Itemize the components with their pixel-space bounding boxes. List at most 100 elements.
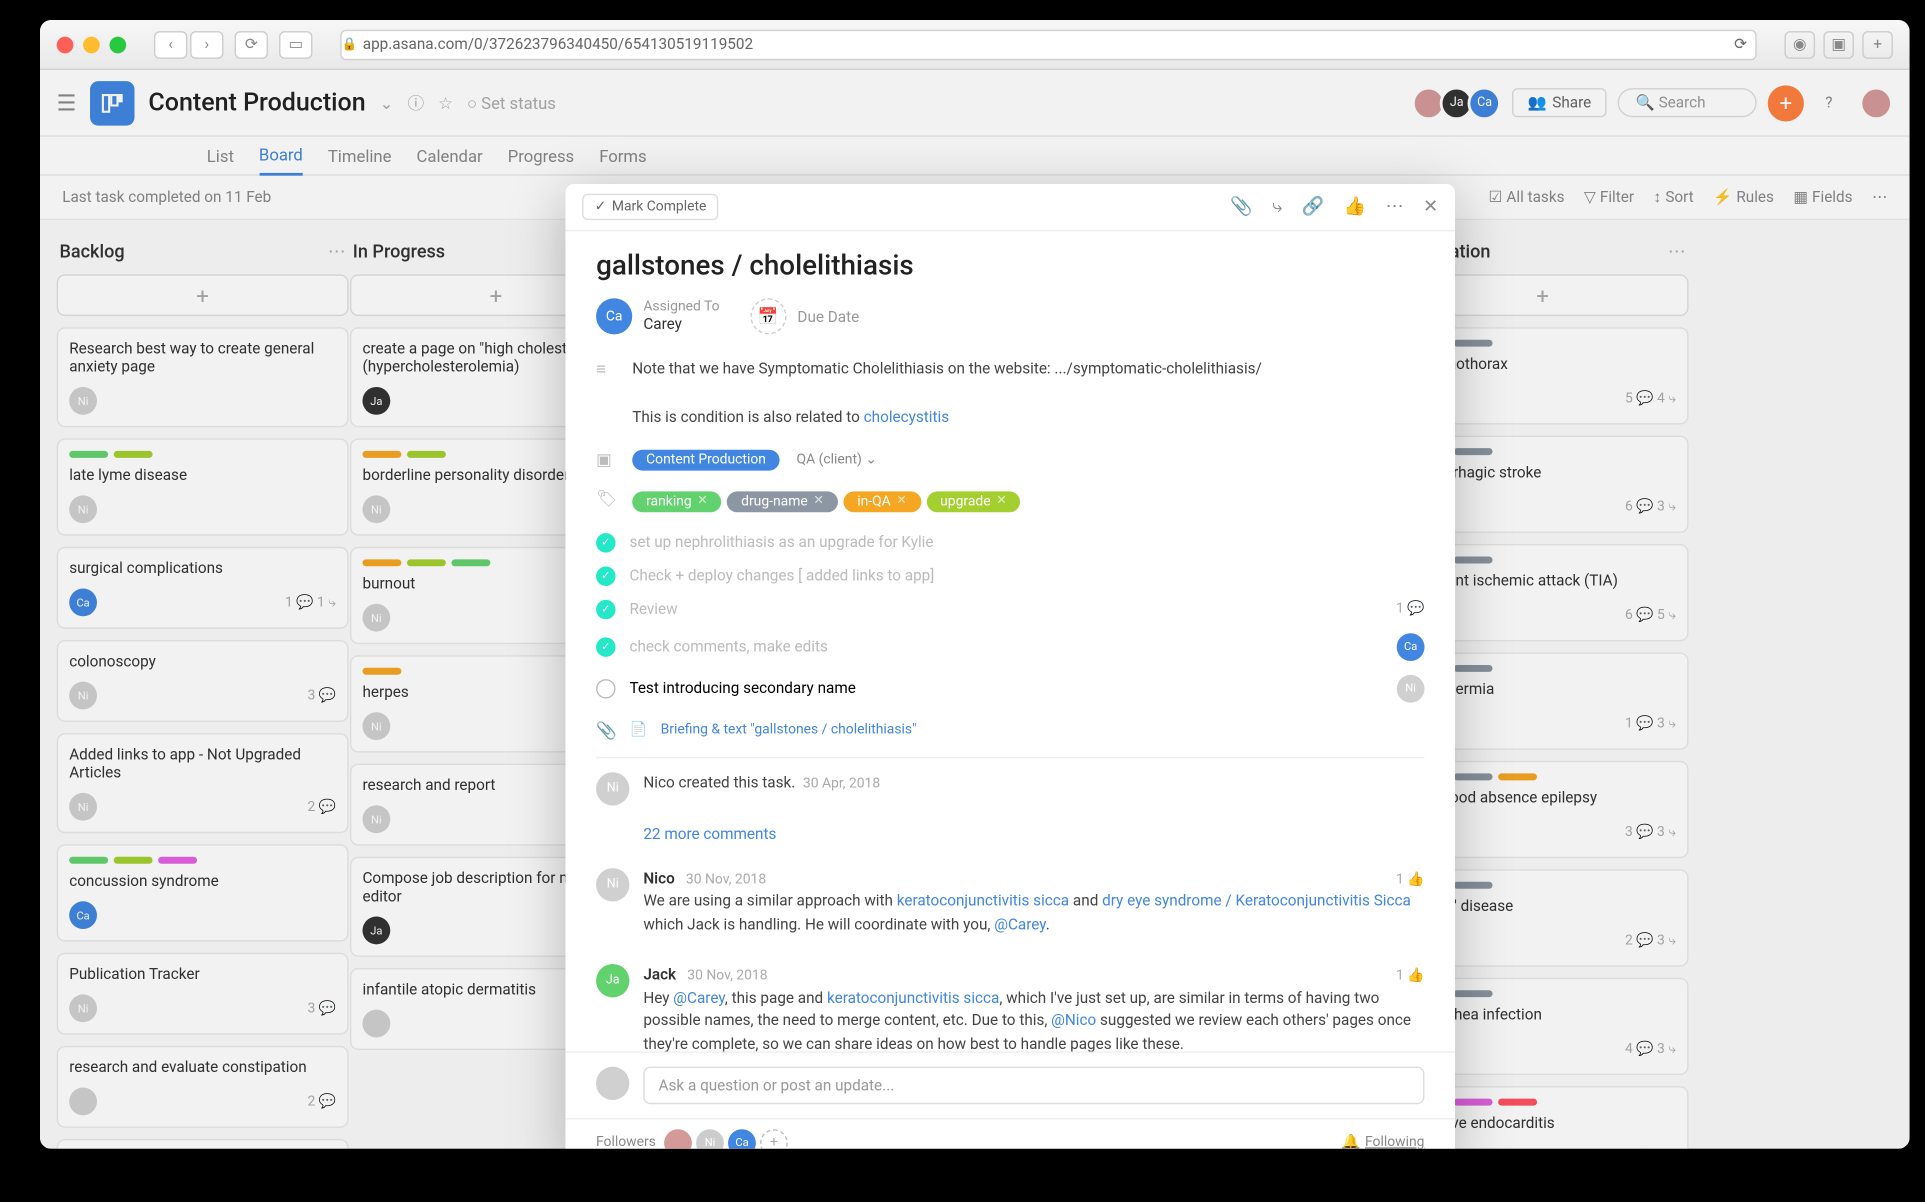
- subtask-row[interactable]: ✓Review1 💬: [596, 592, 1424, 625]
- tab-timeline[interactable]: Timeline: [328, 146, 392, 165]
- set-status[interactable]: ○ Set status: [467, 93, 556, 112]
- link[interactable]: @Nico: [1051, 1011, 1096, 1029]
- remove-tag-icon[interactable]: ✕: [896, 494, 906, 508]
- assignee-avatar: Ni: [362, 712, 390, 740]
- member-avatars[interactable]: Ja Ca: [1418, 86, 1501, 119]
- more-comments-link[interactable]: 22 more comments: [596, 819, 1424, 854]
- view-tabs: List Board Timeline Calendar Progress Forms: [40, 137, 1910, 176]
- like-count[interactable]: 1 👍: [1396, 869, 1425, 890]
- tab-list[interactable]: List: [207, 146, 234, 165]
- task-title[interactable]: gallstones / cholelithiasis: [596, 248, 1424, 281]
- remove-tag-icon[interactable]: ✕: [813, 494, 823, 508]
- remove-tag-icon[interactable]: ✕: [697, 494, 707, 508]
- add-follower-button[interactable]: +: [760, 1129, 788, 1149]
- sort-button[interactable]: ↕ Sort: [1654, 188, 1694, 206]
- add-button[interactable]: +: [1768, 85, 1804, 121]
- attachment-icon: 📎: [596, 720, 615, 739]
- check-done-icon[interactable]: ✓: [596, 566, 615, 585]
- section-dropdown[interactable]: QA (client) ⌄: [796, 452, 876, 467]
- remove-tag-icon[interactable]: ✕: [996, 494, 1006, 508]
- mark-complete-button[interactable]: ✓ Mark Complete: [582, 194, 719, 220]
- user-avatar[interactable]: [1860, 86, 1893, 119]
- more-icon[interactable]: ⋯: [1872, 188, 1887, 206]
- reload-button[interactable]: ⟳: [235, 30, 268, 58]
- due-date-field[interactable]: 📅 Due Date: [750, 298, 859, 334]
- star-icon[interactable]: ☆: [438, 93, 453, 112]
- subtask-icon[interactable]: ⤷: [1272, 197, 1282, 218]
- follower-avatar[interactable]: Ni: [696, 1129, 724, 1149]
- link[interactable]: @Carey: [994, 915, 1045, 933]
- tab-board[interactable]: Board: [259, 145, 303, 176]
- assignee-field[interactable]: Ca Assigned To Carey: [596, 298, 719, 334]
- task-card[interactable]: research and evaluate constipation2 💬: [57, 1046, 349, 1128]
- rules-button[interactable]: ⚡ Rules: [1713, 188, 1774, 206]
- follower-avatar[interactable]: [664, 1129, 692, 1149]
- filter-button[interactable]: ▽ Filter: [1584, 188, 1634, 206]
- back-button[interactable]: ‹: [154, 30, 187, 58]
- close-icon[interactable]: ✕: [1423, 197, 1438, 218]
- tag-pill[interactable]: ranking ✕: [632, 491, 721, 512]
- more-icon[interactable]: ⋯: [1386, 197, 1404, 218]
- task-card[interactable]: surgical complicationsCa1 💬 1 ⤷: [57, 547, 349, 629]
- url-bar[interactable]: 🔒 app.asana.com/0/372623796340450/654130…: [340, 29, 1756, 60]
- column-menu-icon[interactable]: ⋯: [328, 242, 346, 263]
- project-pill[interactable]: Content Production: [632, 449, 780, 470]
- like-icon[interactable]: 👍: [1344, 197, 1367, 218]
- task-description[interactable]: Note that we have Symptomatic Cholelithi…: [632, 356, 1262, 429]
- link[interactable]: keratoconjunctivitis sicca: [827, 989, 999, 1007]
- subtask-row[interactable]: ✓check comments, make editsCa: [596, 626, 1424, 668]
- new-tab-icon[interactable]: +: [1862, 30, 1893, 58]
- tag-pill[interactable]: drug-name ✕: [727, 491, 838, 512]
- fields-button[interactable]: ▦ Fields: [1793, 188, 1852, 206]
- attach-icon[interactable]: 📎: [1230, 197, 1253, 218]
- subtask-title: set up nephrolithiasis as an upgrade for…: [629, 533, 933, 551]
- window-min[interactable]: [83, 36, 100, 53]
- menu-icon[interactable]: ☰: [57, 90, 90, 116]
- following-toggle[interactable]: 🔔 Following: [1342, 1135, 1424, 1149]
- attachment-link[interactable]: Briefing & text "gallstones / cholelithi…: [661, 722, 917, 737]
- copy-link-icon[interactable]: 🔗: [1302, 197, 1325, 218]
- task-card[interactable]: late lyme diseaseNi: [57, 438, 349, 535]
- like-count[interactable]: 1 👍: [1396, 965, 1425, 986]
- reload-icon[interactable]: ⟳: [1734, 35, 1747, 53]
- tag-pill[interactable]: in-QA ✕: [843, 491, 920, 512]
- tabs-icon[interactable]: ▣: [1823, 30, 1854, 58]
- follower-avatar[interactable]: Ca: [728, 1129, 756, 1149]
- window-max[interactable]: [110, 36, 127, 53]
- window-close[interactable]: [57, 36, 74, 53]
- task-card[interactable]: Added links to app - Not Upgraded Articl…: [57, 733, 349, 833]
- task-card[interactable]: Fix formatting of FAQs: [57, 1139, 349, 1149]
- search-input[interactable]: 🔍 Search: [1618, 88, 1757, 117]
- check-done-icon[interactable]: ✓: [596, 599, 615, 618]
- subtask-row[interactable]: ✓ set up nephrolithiasis as an upgrade fo…: [596, 526, 1424, 559]
- link[interactable]: dry eye syndrome / Keratoconjunctivitis …: [1102, 892, 1411, 910]
- sidebar-toggle[interactable]: ▭: [279, 30, 312, 58]
- add-task-button[interactable]: +: [57, 274, 349, 316]
- check-done-icon[interactable]: ✓: [596, 533, 615, 552]
- subtask-row[interactable]: ✓Check + deploy changes [ added links to…: [596, 559, 1424, 592]
- chevron-down-icon[interactable]: ⌄: [380, 93, 394, 112]
- help-icon[interactable]: ?: [1815, 89, 1843, 117]
- link[interactable]: keratoconjunctivitis sicca: [897, 892, 1069, 910]
- check-empty-icon[interactable]: [596, 679, 615, 698]
- tab-forms[interactable]: Forms: [599, 146, 646, 165]
- info-icon[interactable]: ⓘ: [407, 91, 424, 115]
- task-card[interactable]: colonoscopyNi3 💬: [57, 640, 349, 722]
- task-card[interactable]: Publication TrackerNi3 💬: [57, 953, 349, 1035]
- tab-progress[interactable]: Progress: [508, 146, 574, 165]
- comment-input[interactable]: Ask a question or post an update...: [643, 1067, 1424, 1105]
- check-done-icon[interactable]: ✓: [596, 637, 615, 656]
- subtask-row[interactable]: Test introducing secondary nameNi: [596, 667, 1424, 709]
- forward-button[interactable]: ›: [190, 30, 223, 58]
- all-tasks-filter[interactable]: ☑ All tasks: [1489, 188, 1565, 206]
- task-card[interactable]: Research best way to create general anxi…: [57, 327, 349, 427]
- tab-calendar[interactable]: Calendar: [417, 146, 483, 165]
- card-title: late lyme disease: [69, 466, 336, 484]
- column-menu-icon[interactable]: ⋯: [1668, 242, 1686, 263]
- link[interactable]: @Carey: [673, 989, 724, 1007]
- task-card[interactable]: concussion syndromeCa: [57, 844, 349, 941]
- share-button[interactable]: 👥 Share: [1512, 88, 1606, 117]
- reader-icon[interactable]: ◉: [1784, 30, 1815, 58]
- tag-pill[interactable]: upgrade ✕: [926, 491, 1020, 512]
- link[interactable]: cholecystitis: [864, 408, 949, 426]
